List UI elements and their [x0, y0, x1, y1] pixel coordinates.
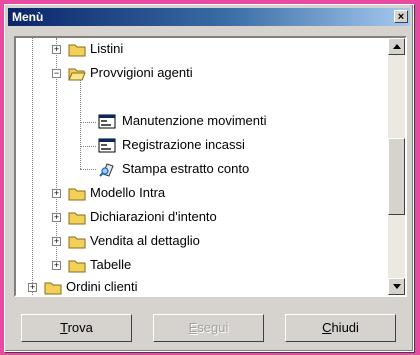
folder-closed-icon [68, 188, 86, 201]
expand-toggle[interactable]: + [52, 261, 61, 270]
folder-closed-icon [44, 282, 62, 295]
title-bar[interactable]: Menù × [8, 8, 410, 26]
trova-mnemonic: T [60, 320, 68, 335]
tree-item-label: Ordini clienti [66, 279, 138, 294]
tree-item-label: Modello Intra [90, 185, 166, 200]
menu-tree-panel: + Listini − Provvigioni agenti Manutenzi… [14, 36, 407, 297]
tree-item-label: Dichiarazioni d'intento [90, 209, 217, 224]
folder-closed-icon [68, 236, 86, 249]
expand-toggle[interactable]: + [52, 189, 61, 198]
form-window-icon [98, 138, 116, 153]
trova-label: rova [67, 320, 93, 335]
expand-toggle[interactable]: + [52, 213, 61, 222]
folder-open-icon [68, 68, 86, 81]
menu-window: Menù × + Listini − Provvigioni agenti Ma… [4, 4, 414, 352]
chiudi-button[interactable]: Chiudi [285, 314, 396, 342]
close-button[interactable]: × [394, 10, 408, 23]
folder-closed-icon [68, 44, 86, 57]
esegui-button[interactable]: Esegui [153, 314, 264, 342]
tree-item-label: Registrazione incassi [122, 137, 245, 152]
chiudi-label: hiudi [331, 320, 359, 335]
arrow-up-icon [393, 44, 401, 49]
collapse-toggle[interactable]: − [52, 69, 61, 78]
expand-toggle[interactable]: + [28, 283, 37, 292]
menu-tree: + Listini − Provvigioni agenti Manutenzi… [16, 38, 388, 295]
tree-item-label: Listini [90, 41, 124, 56]
vertical-scrollbar[interactable] [388, 38, 405, 295]
tree-item-label: Stampa estratto conto [122, 161, 250, 176]
esegui-label: segui [197, 320, 229, 335]
folder-closed-icon [68, 212, 86, 225]
expand-toggle[interactable]: + [52, 237, 61, 246]
arrow-down-icon [393, 284, 401, 289]
tree-item-label: Vendita al dettaglio [90, 233, 200, 248]
trova-button[interactable]: Trova [21, 314, 132, 342]
scroll-up-button[interactable] [388, 38, 405, 55]
scroll-thumb[interactable] [388, 138, 405, 215]
esegui-mnemonic: E [188, 320, 198, 335]
form-window-icon [98, 114, 116, 129]
tree-item-label: Tabelle [90, 257, 132, 272]
scroll-down-button[interactable] [388, 278, 405, 295]
expand-toggle[interactable]: + [52, 45, 61, 54]
folder-closed-icon [68, 260, 86, 273]
print-preview-icon [99, 163, 114, 177]
tree-item-label: Manutenzione movimenti [122, 113, 267, 128]
window-title: Menù [12, 10, 44, 24]
tree-item-label: Provvigioni agenti [90, 65, 193, 80]
